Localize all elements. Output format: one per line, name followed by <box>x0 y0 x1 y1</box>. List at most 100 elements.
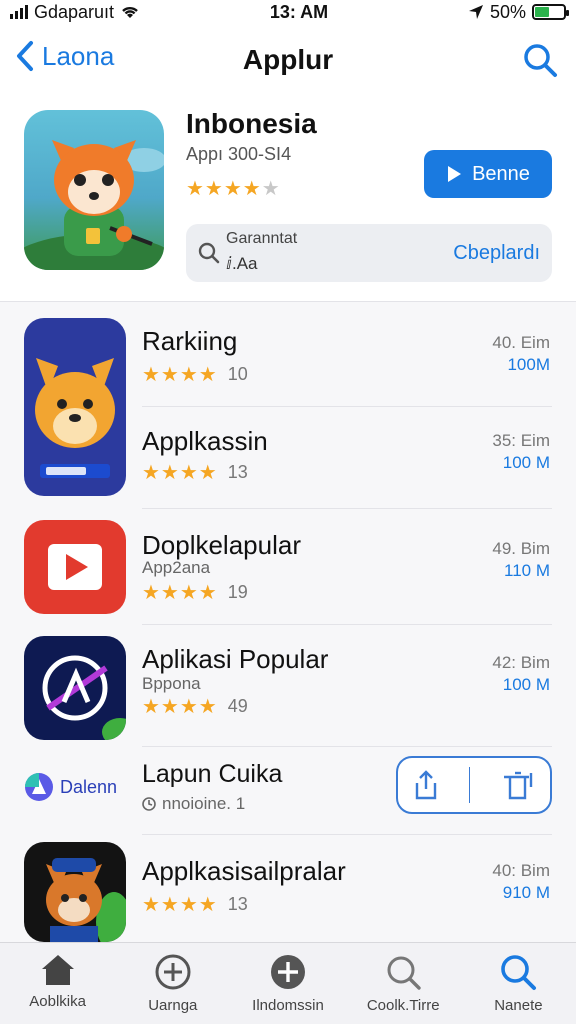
delete-icon[interactable] <box>501 769 535 801</box>
app-meta: 35: Eim 100 M <box>492 430 550 474</box>
nav-search-button[interactable] <box>522 42 558 83</box>
share-icon[interactable] <box>413 769 439 801</box>
battery-fill <box>535 7 549 17</box>
action-button-group[interactable] <box>396 756 552 814</box>
tab-label: Coolk.Tirre <box>366 997 440 1014</box>
chevron-left-icon <box>17 41 33 71</box>
app-version: 49. Bim <box>492 539 550 558</box>
app-meta: 40: Bim 910 M <box>492 860 550 904</box>
app-version: 40. Eim <box>492 333 550 352</box>
app-rating: ★★★★ 10 <box>142 362 248 387</box>
list-item[interactable]: Aplikasi Popular Bppona ★★★★ 49 42: Bim … <box>0 634 576 748</box>
carrier-label: Gdaparuıt <box>34 1 115 22</box>
search-card-value: ⅈ.Aa <box>226 254 258 273</box>
app-meta: 40. Eim 100M <box>492 332 550 376</box>
app-subtitle: Bppona <box>142 674 201 693</box>
app-size: 100M <box>507 355 550 374</box>
star-rating-icon: ★★★★ <box>142 582 218 604</box>
tab-add[interactable]: Uarnga <box>115 943 230 1024</box>
tab-search-active[interactable]: Nanete <box>461 943 576 1024</box>
search-icon <box>524 44 557 77</box>
divider <box>142 406 552 407</box>
tab-label: Aoblkika <box>29 993 86 1010</box>
back-button[interactable]: Laona <box>16 40 114 72</box>
divider <box>142 508 552 509</box>
app-version: 42: Bim <box>492 653 550 672</box>
clock-icon <box>142 797 156 811</box>
list-item[interactable]: Applkasisailpralar ★★★★ 13 40: Bim 910 M <box>0 842 576 946</box>
featured-rating: ★★★★★ <box>186 176 281 201</box>
rating-count: 10 <box>227 364 248 384</box>
search-card-action[interactable]: Cbeplardı <box>453 242 540 265</box>
app-name: Doplkelapular <box>142 530 301 560</box>
tab-home[interactable]: Aoblkika <box>0 943 115 1024</box>
divider <box>142 624 552 625</box>
app-rating: ★★★★ 13 <box>142 460 248 485</box>
list-item[interactable]: Doplkelapular App2ana ★★★★ 19 49. Bim 11… <box>0 518 576 630</box>
button-separator <box>469 767 471 803</box>
app-rating: ★★★★ 13 <box>142 892 248 917</box>
tab-bar: Aoblkika Uarnga Ilndomssin Coolk.Tirre N… <box>0 942 576 1024</box>
fox-app-icon <box>24 842 126 942</box>
featured-app-subtitle: Appı 300-SI4 <box>186 144 292 164</box>
search-icon <box>198 242 220 264</box>
tab-add-filled[interactable]: Ilndomssin <box>230 943 345 1024</box>
logo: Dalenn <box>24 772 117 802</box>
back-label: Laona <box>42 40 115 71</box>
app-version: 40: Bim <box>492 861 550 880</box>
divider <box>142 834 552 835</box>
app-size: 100 M <box>502 453 550 472</box>
rating-count: 19 <box>227 582 248 602</box>
rating-count: 13 <box>227 462 248 482</box>
star-rating-icon: ★★★★ <box>142 364 218 386</box>
list-item[interactable]: Applkassin ★★★★ 13 35: Eim 100 M <box>0 418 576 509</box>
fox-character-icon <box>24 140 164 270</box>
add-circle-filled-icon <box>271 955 305 989</box>
search-icon <box>387 956 421 990</box>
rating-count: 49 <box>227 696 248 716</box>
play-icon <box>448 166 462 182</box>
open-button-label: Benne <box>472 162 530 185</box>
star-rating-icon: ★★★★★ <box>186 178 281 200</box>
video-play-app-icon <box>24 520 126 614</box>
app-meta: 49. Bim 110 M <box>492 538 550 582</box>
search-card-icon <box>198 242 220 269</box>
logo-text: Dalenn <box>60 776 118 797</box>
status-bar: Gdaparuıt 13: AM 50% <box>0 0 576 24</box>
status-right: 50% <box>468 2 569 23</box>
app-name: Rarkiing <box>142 326 238 356</box>
open-button[interactable]: Benne <box>424 150 552 198</box>
search-card-label: Garanntat <box>226 230 298 247</box>
search-card[interactable]: Garanntat ⅈ.Aa Cbeplardı <box>186 224 552 282</box>
app-size: 110 M <box>504 561 550 580</box>
list-item[interactable]: Dalenn Lapun Cuika nnoioine. 1 <box>0 750 576 840</box>
featured-app-icon[interactable] <box>24 110 164 270</box>
nav-bar: Laona Applur <box>0 24 576 96</box>
app-name: Aplikasi Popular <box>142 644 329 674</box>
tab-search[interactable]: Coolk.Tirre <box>346 943 461 1024</box>
app-subtitle: App2ana <box>142 558 211 577</box>
app-name: Applkasisailpralar <box>142 856 346 886</box>
star-rating-icon: ★★★★ <box>142 894 218 916</box>
add-circle-icon <box>155 954 191 990</box>
brand-app-icon <box>24 636 126 740</box>
rating-count: 13 <box>227 894 248 914</box>
tab-label: Nanete <box>494 997 543 1014</box>
app-size: 910 M <box>502 883 550 902</box>
status-time: 13: AM <box>269 1 329 22</box>
app-meta: 42: Bim 100 M <box>492 652 550 696</box>
app-subtitle: nnoioine. 1 <box>162 794 246 813</box>
home-icon <box>41 955 74 985</box>
app-subtitle-row: nnoioine. 1 <box>142 794 245 814</box>
tab-label: Ilndomssin <box>252 997 324 1014</box>
tab-label: Uarnga <box>148 997 198 1014</box>
app-name: Lapun Cuika <box>142 760 283 788</box>
featured-app: Inbonesia Appı 300-SI4 ★★★★★ Benne Garan… <box>0 96 576 302</box>
app-name: Applkassin <box>142 426 268 456</box>
star-rating-icon: ★★★★ <box>142 696 218 718</box>
app-size: 100 M <box>502 675 550 694</box>
star-rating-icon: ★★★★ <box>142 462 218 484</box>
featured-app-name: Inbonesia <box>186 108 317 139</box>
app-rating: ★★★★ 49 <box>142 694 248 719</box>
location-arrow-icon <box>468 5 483 19</box>
